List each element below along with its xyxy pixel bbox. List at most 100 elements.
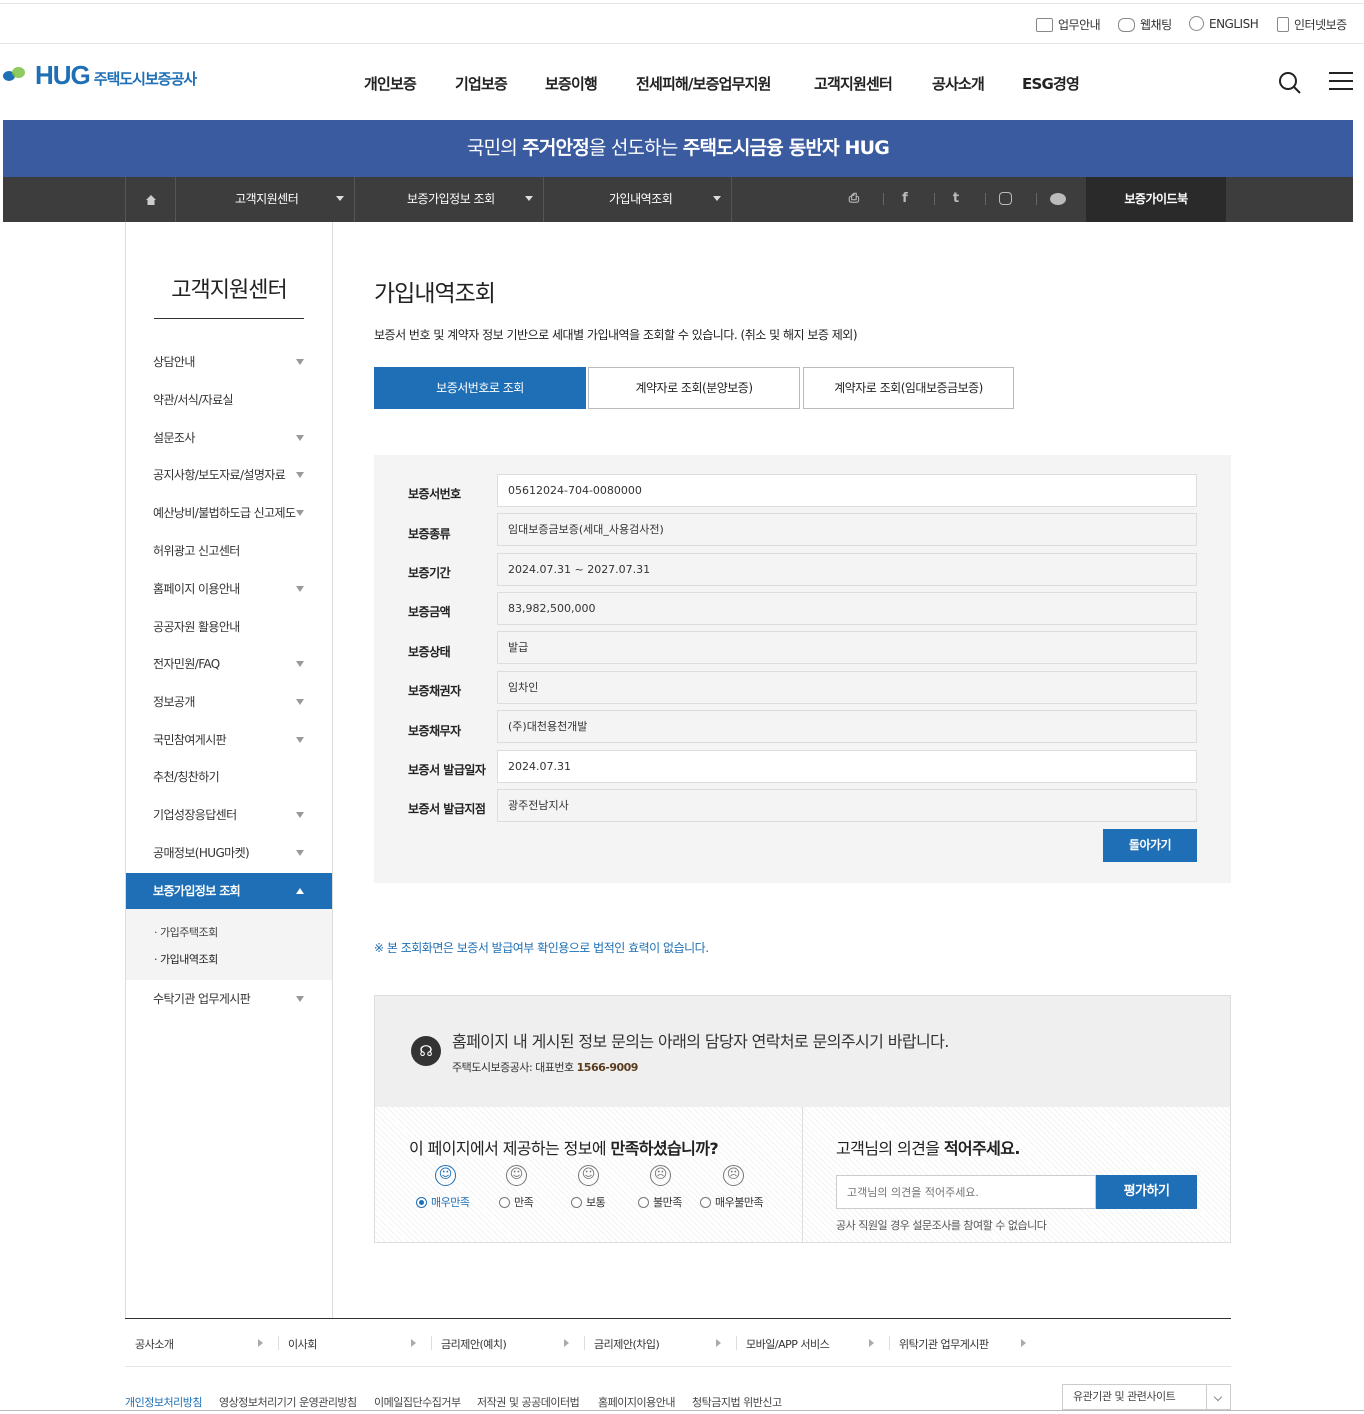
policy-link[interactable]: 영상정보처리기기 운영관리방침 <box>219 1394 357 1410</box>
chevron-down-icon <box>296 586 304 592</box>
side-nav-item[interactable]: 수탁기관 업무게시판 <box>126 981 332 1017</box>
field-label: 보증서 발급지점 <box>408 802 486 816</box>
print-icon[interactable]: ⎙ <box>846 191 862 207</box>
facebook-icon[interactable]: f <box>897 191 913 207</box>
instagram-icon[interactable] <box>999 192 1012 205</box>
side-nav-label: 기업성장응답센터 <box>153 808 237 822</box>
side-nav-item[interactable]: 추천/칭찬하기 <box>126 759 332 795</box>
tab-certificate-number[interactable]: 보증서번호로 조회 <box>374 367 586 409</box>
guidebook-label: 보증가이드북 <box>1124 192 1188 206</box>
footer-link[interactable]: 위탁기관 업무게시판 <box>899 1336 989 1352</box>
side-nav-item[interactable]: 설문조사 <box>126 420 332 456</box>
policy-link[interactable]: 저작권 및 공공데이터법 <box>477 1394 580 1410</box>
menu-icon[interactable] <box>1329 72 1353 92</box>
side-nav-item[interactable]: 기업성장응답센터 <box>126 797 332 833</box>
certificate-number-field[interactable]: 05612024-704-0080000 <box>497 474 1197 507</box>
radio-very-satisfied[interactable]: 매우만족 <box>416 1194 470 1210</box>
util-english[interactable]: ENGLISH <box>1189 16 1259 31</box>
twitter-icon[interactable]: t <box>948 191 964 207</box>
radio-label: 보통 <box>586 1196 606 1209</box>
opinion-question: 고객님의 의견을 적어주세요. <box>836 1135 1021 1159</box>
slogan-bold: 주거안정 <box>522 137 590 159</box>
util-work-guide[interactable]: 업무안내 <box>1036 16 1101 33</box>
chevron-down-icon <box>296 472 304 478</box>
gnb-customer-center[interactable]: 고객지원센터 <box>814 73 893 94</box>
footer-link[interactable]: 공사소개 <box>135 1336 174 1352</box>
gnb-corporate[interactable]: 기업보증 <box>455 73 508 94</box>
side-nav-item[interactable]: 공매정보(HUG마켓) <box>126 835 332 871</box>
opinion-input[interactable] <box>836 1175 1096 1209</box>
footer-divider <box>125 1366 1231 1367</box>
gnb-performance[interactable]: 보증이행 <box>545 73 598 94</box>
chat-icon <box>1118 17 1135 32</box>
side-nav-item[interactable]: 상담안내 <box>126 344 332 380</box>
gnb-esg[interactable]: ESG경영 <box>1022 73 1080 94</box>
side-nav-item-active[interactable]: 보증가입정보 조회 <box>126 873 332 909</box>
footer-link[interactable]: 이사회 <box>288 1336 317 1352</box>
tab-contractor-rental[interactable]: 계약자로 조회(임대보증금보증) <box>803 367 1014 409</box>
neutral-face-icon: ☺ <box>578 1165 599 1186</box>
side-nav-title: 고객지원센터 <box>154 272 304 319</box>
side-nav-label: 약관/서식/자료실 <box>153 393 234 407</box>
footer-link[interactable]: 금리제안(차입) <box>594 1336 660 1352</box>
chevron-up-icon <box>296 888 304 894</box>
loc-depth2[interactable]: 보증가입정보 조회 <box>354 177 543 222</box>
loc-depth1[interactable]: 고객지원센터 <box>175 177 354 222</box>
tab-contractor-sale[interactable]: 계약자로 조회(분양보증) <box>588 367 800 409</box>
util-webchat[interactable]: 웹채팅 <box>1118 16 1172 33</box>
util-internet-guarantee[interactable]: 인터넷보증 <box>1277 16 1347 33</box>
back-button[interactable]: 돌아가기 <box>1103 829 1197 862</box>
side-nav-item[interactable]: 국민참여게시판 <box>126 722 332 758</box>
guidebook-button[interactable]: 보증가이드북 <box>1086 177 1226 222</box>
loc-depth3[interactable]: 가입내역조회 <box>543 177 732 222</box>
search-icon[interactable] <box>1278 71 1302 95</box>
side-nav-item[interactable]: 약관/서식/자료실 <box>126 382 332 418</box>
chevron-right-icon <box>258 1339 263 1347</box>
side-nav-subitem[interactable]: · 가입주택조회 <box>154 924 218 940</box>
contact-info: ☊ 홈페이지 내 게시된 정보 문의는 아래의 담당자 연락처로 문의주시기 바… <box>375 996 1230 1107</box>
policy-link[interactable]: 이메일집단수집거부 <box>374 1394 461 1410</box>
radio-neutral[interactable]: 보통 <box>571 1194 606 1210</box>
legal-notice: ※ 본 조회화면은 보증서 발급여부 확인용으로 법적인 효력이 없습니다. <box>374 941 709 955</box>
subitem-label: 가입주택조회 <box>160 926 218 939</box>
page-bottom-border <box>0 1410 1364 1411</box>
side-nav-item[interactable]: 공지사항/보도자료/설명자료 <box>126 457 332 493</box>
gnb-personal[interactable]: 개인보증 <box>364 73 417 94</box>
footer-divider <box>125 1318 1231 1319</box>
side-nav-item[interactable]: 허위광고 신고센터 <box>126 533 332 569</box>
side-nav-item[interactable]: 홈페이지 이용안내 <box>126 571 332 607</box>
gnb-about[interactable]: 공사소개 <box>932 73 985 94</box>
side-nav-label: 수탁기관 업무게시판 <box>153 992 251 1006</box>
dissatisfied-face-icon: ☹ <box>650 1165 671 1186</box>
radio-very-dissatisfied[interactable]: 매우불만족 <box>700 1194 764 1210</box>
gnb-jeonse-support[interactable]: 전세피해/보증업무지원 <box>636 73 771 94</box>
slogan-text: 국민의 <box>466 137 523 159</box>
field-label: 보증기간 <box>408 566 451 580</box>
chevron-down-icon <box>296 699 304 705</box>
policy-link-privacy[interactable]: 개인정보처리방침 <box>125 1394 202 1410</box>
chevron-right-icon <box>564 1339 569 1347</box>
policy-link[interactable]: 홈페이지이용안내 <box>598 1394 675 1410</box>
footer-link[interactable]: 모바일/APP 서비스 <box>746 1336 830 1352</box>
submit-rating-button[interactable]: 평가하기 <box>1096 1175 1197 1209</box>
contact-sub-label: 주택도시보증공사: 대표번호 <box>452 1061 577 1074</box>
home-button[interactable] <box>125 177 175 222</box>
radio-dissatisfied[interactable]: 불만족 <box>638 1194 682 1210</box>
side-nav-item[interactable]: 공공자원 활용안내 <box>126 609 332 645</box>
related-sites-select[interactable]: 유관기관 및 관련사이트 <box>1062 1384 1231 1410</box>
logo[interactable]: HUG 주택도시보증공사 <box>3 60 197 91</box>
side-nav-subitem-current[interactable]: · 가입내역조회 <box>154 951 218 967</box>
chevron-down-icon <box>525 196 533 201</box>
footer-link[interactable]: 금리제안(예치) <box>441 1336 507 1352</box>
radio-label: 매우만족 <box>431 1196 470 1209</box>
side-nav-item[interactable]: 전자민원/FAQ <box>126 646 332 682</box>
side-nav-item[interactable]: 정보공개 <box>126 684 332 720</box>
chevron-right-icon <box>411 1339 416 1347</box>
radio-label: 만족 <box>514 1196 534 1209</box>
kakaotalk-icon[interactable] <box>1050 193 1066 205</box>
radio-satisfied[interactable]: 만족 <box>499 1194 534 1210</box>
policy-link[interactable]: 청탁금지법 위반신고 <box>692 1394 782 1410</box>
result-form: 보증서번호 05612024-704-0080000 보증종류 임대보증금보증(… <box>374 455 1231 883</box>
radio-icon <box>638 1196 649 1208</box>
side-nav-item[interactable]: 예산낭비/불법하도급 신고제도 <box>126 495 332 531</box>
